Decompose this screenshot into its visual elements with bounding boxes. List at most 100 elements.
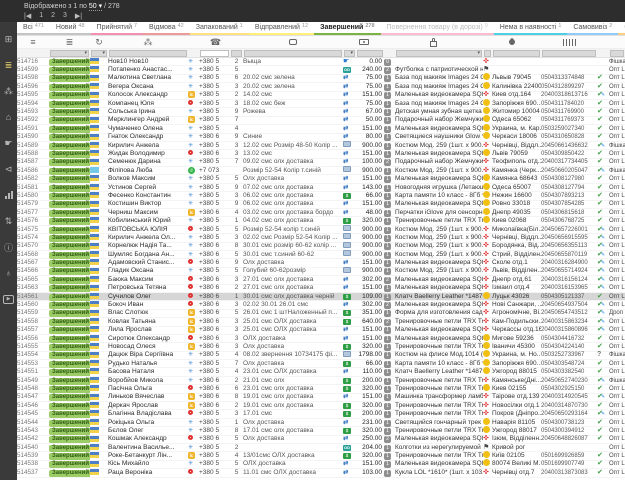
globe-icon[interactable]: ♁ xyxy=(0,260,17,286)
location-icon[interactable] xyxy=(483,39,541,45)
dashboard-icon[interactable]: ⊞ xyxy=(0,26,17,52)
source-cell: lc xyxy=(188,116,199,124)
phone-cell: +380 5 xyxy=(199,217,230,225)
order-id-cell: 514560 xyxy=(17,301,49,309)
tab-Відмова[interactable]: Відмова42 xyxy=(143,22,190,35)
flag-cell xyxy=(90,377,108,385)
tracking-cell: 20400316284900 xyxy=(541,259,597,267)
pager-page[interactable]: 1 xyxy=(39,12,43,20)
qty-cell: 1 xyxy=(384,360,395,368)
tab-Повернення товару (в дорозі)[interactable]: Повернення товару (в дорозі)0 xyxy=(381,22,494,35)
filter-input[interactable] xyxy=(200,50,229,57)
tab-Самовивіз[interactable]: Самовивіз2 xyxy=(567,22,618,35)
city-cell: Киев отд.164 xyxy=(492,91,541,99)
pager-first-icon[interactable]: |◀ xyxy=(24,12,31,20)
status-badge: Завершений xyxy=(49,378,90,385)
phone-cell: +380 6 xyxy=(199,335,230,343)
paid-check-icon: ✔ xyxy=(597,217,603,224)
filter-box[interactable] xyxy=(231,50,242,57)
source-cell: ✳ xyxy=(188,368,199,376)
pager-last-icon[interactable]: ▶| xyxy=(75,12,82,20)
city-cell: Мигове 59236 xyxy=(492,335,541,343)
pager-page[interactable]: 2 xyxy=(51,12,55,20)
client-name-cell: Компанец Юля xyxy=(108,100,188,108)
table-row[interactable]: 514537ЗавершенийРаца Вероніка+380 5511.0… xyxy=(17,469,625,477)
clients-icon[interactable]: ⁂ xyxy=(0,78,17,104)
video-icon[interactable]: ▶ xyxy=(0,286,17,312)
status-cell: Завершений xyxy=(49,192,90,200)
phone-icon[interactable]: ☎ xyxy=(188,37,243,48)
amount-cell: 640.00 xyxy=(356,318,384,326)
source-cell xyxy=(188,301,199,309)
payment-transfer-icon: ⇄ xyxy=(343,108,348,115)
info-icon[interactable]: ⓘ xyxy=(0,234,17,260)
payment-transfer-icon: ⇄ xyxy=(343,276,348,283)
qty-cell: 1 xyxy=(384,200,395,208)
source-site-icon: ✳ xyxy=(188,378,193,384)
source-olx-icon: lc xyxy=(188,318,195,325)
filter-box[interactable] xyxy=(542,50,596,57)
payment-icon[interactable] xyxy=(343,39,384,45)
shop-icon[interactable]: ⌂ xyxy=(0,104,17,130)
comment-icon[interactable] xyxy=(243,39,343,45)
filter-box[interactable] xyxy=(244,50,342,57)
city-cell: Житомир 10004 xyxy=(492,108,541,116)
count-cell: 9 xyxy=(230,108,243,116)
amount-cell: 200.00 xyxy=(356,377,384,385)
filter-box[interactable]: ▾ xyxy=(396,50,482,57)
source-icon[interactable]: ↻ xyxy=(90,37,108,48)
tracking-cell: 20450656915595 xyxy=(541,234,597,242)
tab-Завершений[interactable]: Завершений278 xyxy=(314,22,380,35)
delivery-ukrposhta-icon xyxy=(483,107,490,114)
count-cell: 8 xyxy=(230,242,243,250)
check-cell: ✔✎ xyxy=(597,284,609,292)
filter-box[interactable]: ▾ xyxy=(91,50,107,57)
delivery-icon-cell: ✜ xyxy=(483,393,492,401)
status-cell: Завершений xyxy=(49,335,90,343)
tab-label: Відправлений xyxy=(255,24,300,31)
megaphone-icon[interactable]: ⊲ xyxy=(0,156,17,182)
filter-box[interactable] xyxy=(484,50,491,57)
qty-badge: 1 xyxy=(384,101,391,108)
tab-Запакований[interactable]: Запакований1 xyxy=(190,22,249,35)
filter-box[interactable]: ▾ xyxy=(50,50,89,57)
hand-pointer-icon[interactable]: ☛ xyxy=(0,130,17,156)
status-badge: Завершений xyxy=(49,101,90,108)
filter-box[interactable]: ▾ xyxy=(344,50,355,57)
filter-box[interactable] xyxy=(610,50,624,57)
orders-icon[interactable]: ≣ xyxy=(0,52,17,78)
tab-Відправлений[interactable]: Відправлений12 xyxy=(249,22,314,35)
product-icon[interactable] xyxy=(384,38,483,47)
count-cell: 5 xyxy=(230,251,243,259)
status-icon[interactable]: ≣ xyxy=(49,37,90,48)
delivery-flag-icon: ⚑ xyxy=(483,66,489,73)
status-cell: Завершений xyxy=(49,83,90,91)
status-badge: Завершений xyxy=(49,260,90,267)
tracking-icon[interactable] xyxy=(541,39,597,46)
order-id-icon[interactable]: ≡ xyxy=(17,37,49,47)
tab-Новий[interactable]: Новий48 xyxy=(50,22,91,35)
tab-Сервіси[interactable]: Сервіси0 xyxy=(618,22,625,35)
tab-Прийнятий[interactable]: Прийнятий7 xyxy=(91,22,144,35)
filter-box[interactable] xyxy=(357,50,383,57)
client-icon[interactable]: ⁂ xyxy=(108,37,188,48)
comment-cell: 23.01 смс ОЛХ доставка xyxy=(243,368,343,376)
filter-box[interactable] xyxy=(493,50,540,57)
sliders-icon[interactable]: ⇅ xyxy=(0,208,17,234)
paid-check-icon: ✔ xyxy=(597,74,603,81)
pager-page[interactable]: 3 xyxy=(63,12,67,20)
count-cell: 5 xyxy=(230,267,243,275)
tab-Всі[interactable]: Всі471 xyxy=(17,22,50,35)
filter-box[interactable] xyxy=(109,50,187,57)
city-cell: Київ 02105 xyxy=(492,452,541,460)
flag-cell xyxy=(90,276,108,284)
tab-Нема в наявності[interactable]: Нема в наявності1 xyxy=(494,22,568,35)
client-name-cell: Устинов Сергей xyxy=(108,184,188,192)
check-cell: ✔✎ xyxy=(597,259,609,267)
amount-cell: 320.00 xyxy=(356,217,384,225)
chart-icon[interactable] xyxy=(0,182,17,208)
count-cell: 3 xyxy=(230,410,243,418)
tracking-cell: 20400316153965 xyxy=(541,284,597,292)
page-size-dropdown[interactable]: 50 ▾ xyxy=(89,3,102,11)
status-cell: Завершений xyxy=(49,125,90,133)
